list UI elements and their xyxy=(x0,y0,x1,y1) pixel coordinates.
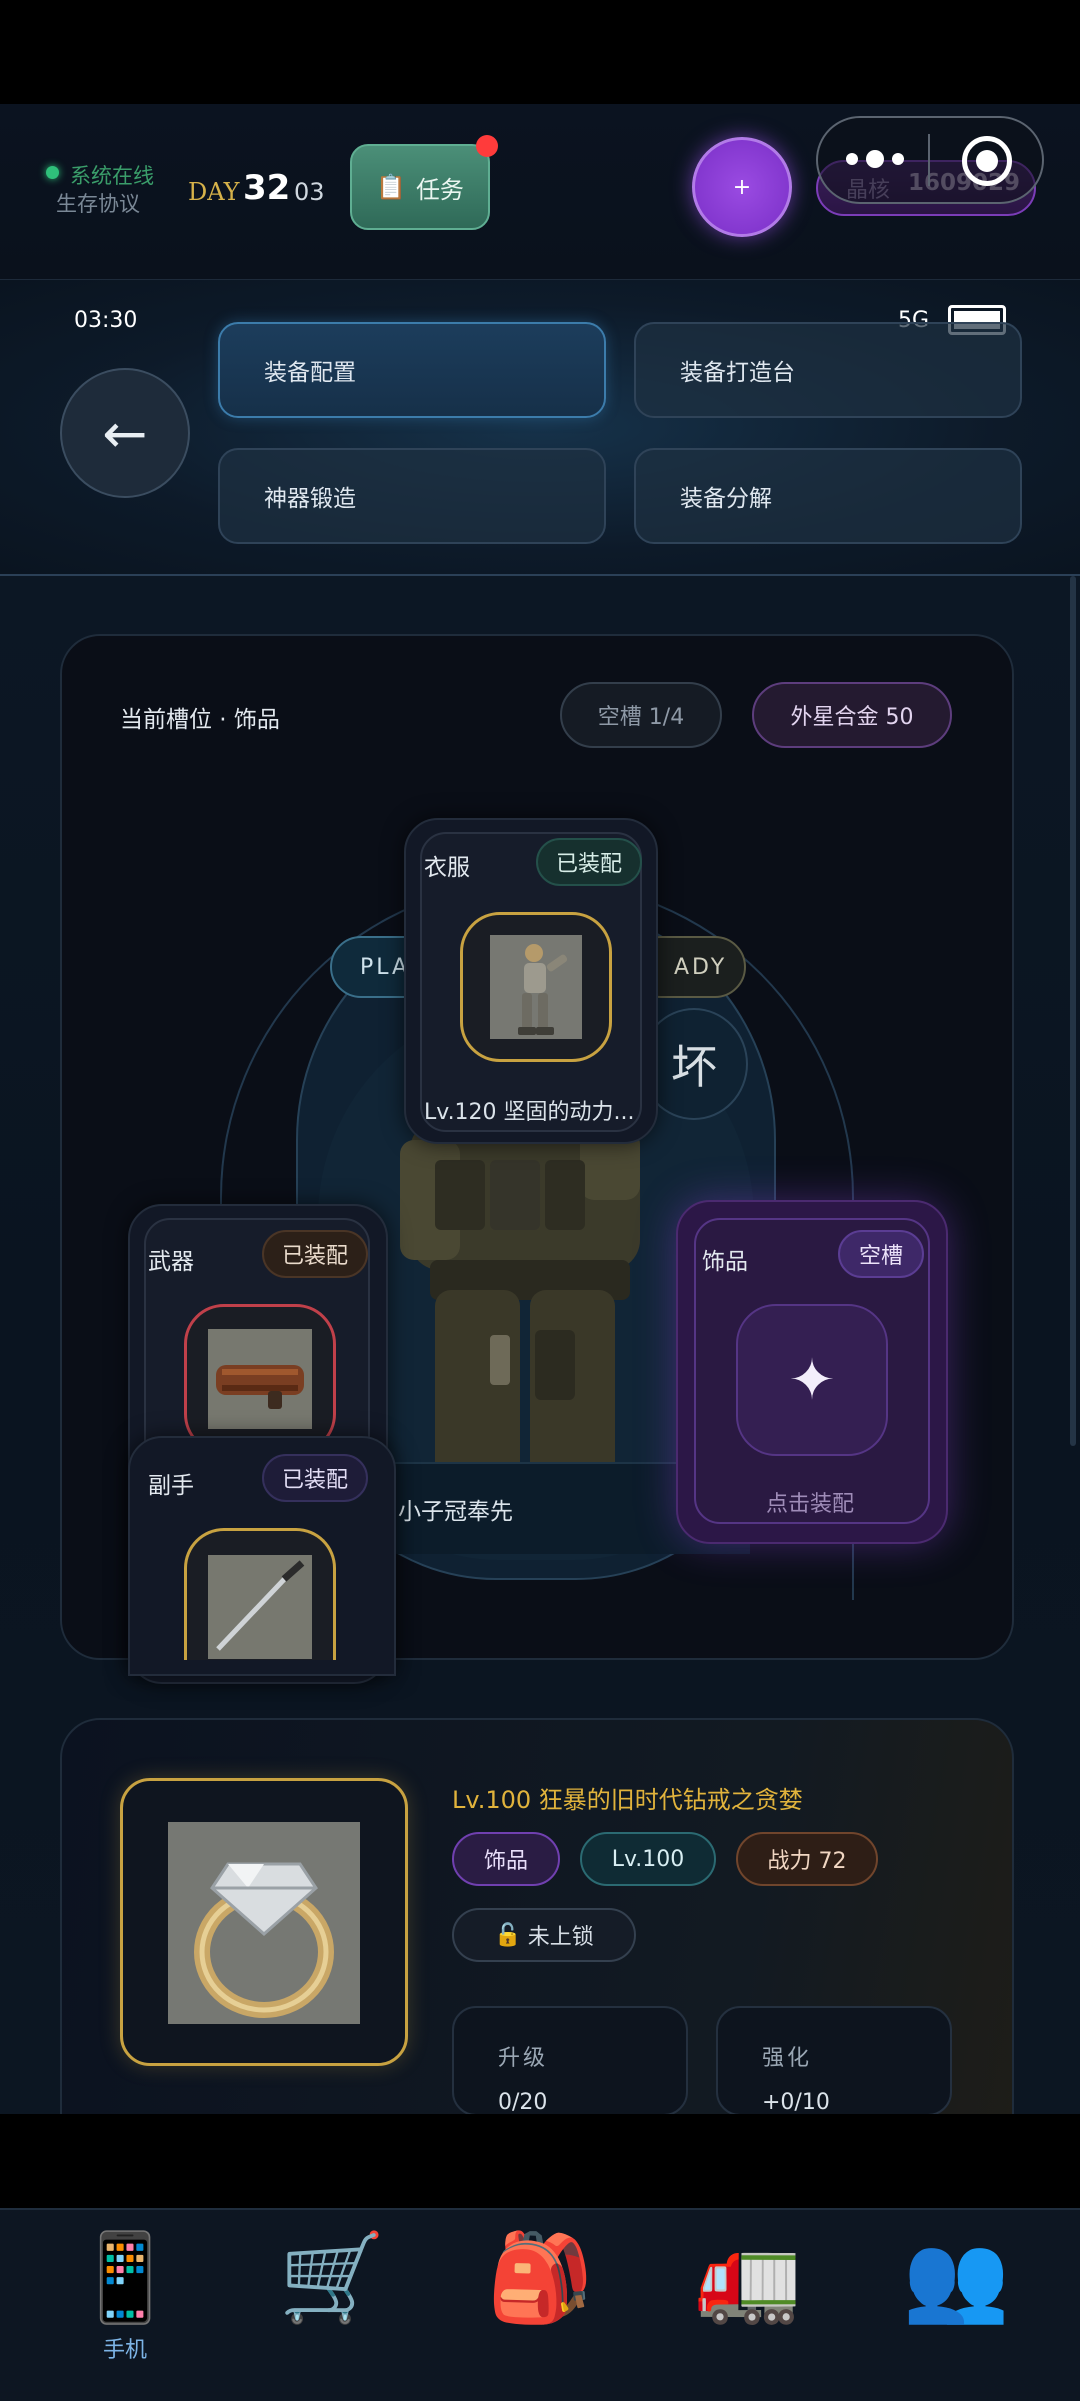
back-button[interactable]: ← xyxy=(60,368,190,498)
offhand-slot-label: 副手 xyxy=(148,1473,194,1499)
character-name: 小子冠奉先 xyxy=(398,1499,513,1525)
notification-dot xyxy=(476,135,498,157)
day-sub-number: 03 xyxy=(294,178,325,206)
sparkle-icon: ✦ xyxy=(788,1347,836,1413)
weapon-item-frame[interactable] xyxy=(184,1304,336,1454)
clipboard-icon: 📋 xyxy=(376,173,406,201)
people-icon: 👥 xyxy=(902,2228,1010,2328)
task-button[interactable]: 📋 任务 xyxy=(350,144,490,230)
tab-phone[interactable]: 📱 手机 xyxy=(55,2228,195,2378)
item-power-tag: 战力 72 xyxy=(736,1832,878,1886)
clothes-item-name: Lv.120 坚固的动力... xyxy=(424,1100,635,1125)
tap-to-equip-text[interactable]: 点击装配 xyxy=(766,1486,854,1518)
nav-equipment-config[interactable]: 装备配置 xyxy=(218,322,606,418)
enhance-stat-box[interactable] xyxy=(716,2006,952,2116)
upgrade-stat-box[interactable] xyxy=(452,2006,688,2116)
close-target-icon-core xyxy=(976,150,998,172)
tab-friends[interactable]: 👥 xyxy=(886,2228,1026,2378)
nav-crafting-bench[interactable]: 装备打造台 xyxy=(634,322,1022,418)
back-arrow-icon: ← xyxy=(102,401,148,465)
item-type-tag: 饰品 xyxy=(452,1832,560,1886)
current-slot-title: 当前槽位 · 饰品 xyxy=(120,707,280,733)
tab-backpack[interactable]: 🎒 xyxy=(470,2228,610,2378)
upgrade-value: 0/20 xyxy=(498,2090,548,2115)
plus-button[interactable]: + xyxy=(692,137,792,237)
online-status-text: 系统在线 xyxy=(70,164,154,188)
alien-alloy-count: 外星合金 50 xyxy=(752,682,952,748)
tab-phone-label: 手机 xyxy=(102,2338,147,2363)
tab-shop[interactable]: 🛒 xyxy=(262,2228,402,2378)
task-label: 任务 xyxy=(415,175,464,204)
accessory-empty-frame[interactable]: ✦ xyxy=(736,1304,888,1456)
selected-item-name: Lv.100 狂暴的旧时代钻戒之贪婪 xyxy=(452,1786,803,1814)
unlock-icon: 🔓 xyxy=(494,1922,522,1948)
top-black-band xyxy=(0,0,1080,104)
more-menu-icon[interactable] xyxy=(842,144,912,174)
empty-slot-count: 空槽 1/4 xyxy=(560,682,722,748)
tab-truck[interactable]: 🚛 xyxy=(678,2228,818,2378)
online-status-dot xyxy=(46,166,59,179)
weapon-equipped-badge: 已装配 xyxy=(262,1230,368,1278)
clothes-item-frame[interactable] xyxy=(460,912,612,1062)
accessory-empty-badge: 空槽 xyxy=(838,1230,924,1278)
day-label: DAY xyxy=(188,178,240,206)
scrollbar[interactable] xyxy=(1070,576,1076,1446)
phone-icon: 📱 xyxy=(71,2228,179,2328)
diamond-ring-icon xyxy=(168,1822,360,2024)
offhand-equipped-badge: 已装配 xyxy=(262,1454,368,1502)
nav-artifact-forge[interactable]: 神器锻造 xyxy=(218,448,606,544)
clothes-equipped-badge: 已装配 xyxy=(536,838,642,886)
enhance-value: +0/10 xyxy=(762,2090,830,2115)
minigun-icon xyxy=(208,1329,312,1429)
offhand-item-frame[interactable] xyxy=(184,1528,336,1660)
truck-icon: 🚛 xyxy=(694,2228,802,2328)
enhance-title: 强化 xyxy=(762,2046,813,2071)
item-level-tag: Lv.100 xyxy=(580,1832,716,1886)
capsule-divider xyxy=(928,134,930,186)
status-time: 03:30 xyxy=(74,308,138,333)
upgrade-title: 升级 xyxy=(498,2046,549,2071)
backpack-icon: 🎒 xyxy=(486,2228,594,2328)
accessory-slot-label: 饰品 xyxy=(702,1249,748,1275)
day-number: 32 xyxy=(243,168,291,208)
protocol-text: 生存协议 xyxy=(56,192,140,216)
blade-icon xyxy=(208,1555,312,1659)
lock-toggle[interactable]: 🔓 未上锁 xyxy=(452,1908,636,1962)
weapon-slot-label: 武器 xyxy=(148,1249,194,1275)
soldier-character xyxy=(400,1120,640,1490)
shopping-cart-icon: 🛒 xyxy=(278,2228,386,2328)
bottom-black-band xyxy=(0,2114,1080,2210)
nav-equipment-dismantle[interactable]: 装备分解 xyxy=(634,448,1022,544)
power-armor-icon xyxy=(490,935,582,1039)
lock-status-text: 未上锁 xyxy=(527,1925,594,1950)
clothes-slot-label: 衣服 xyxy=(424,855,470,881)
